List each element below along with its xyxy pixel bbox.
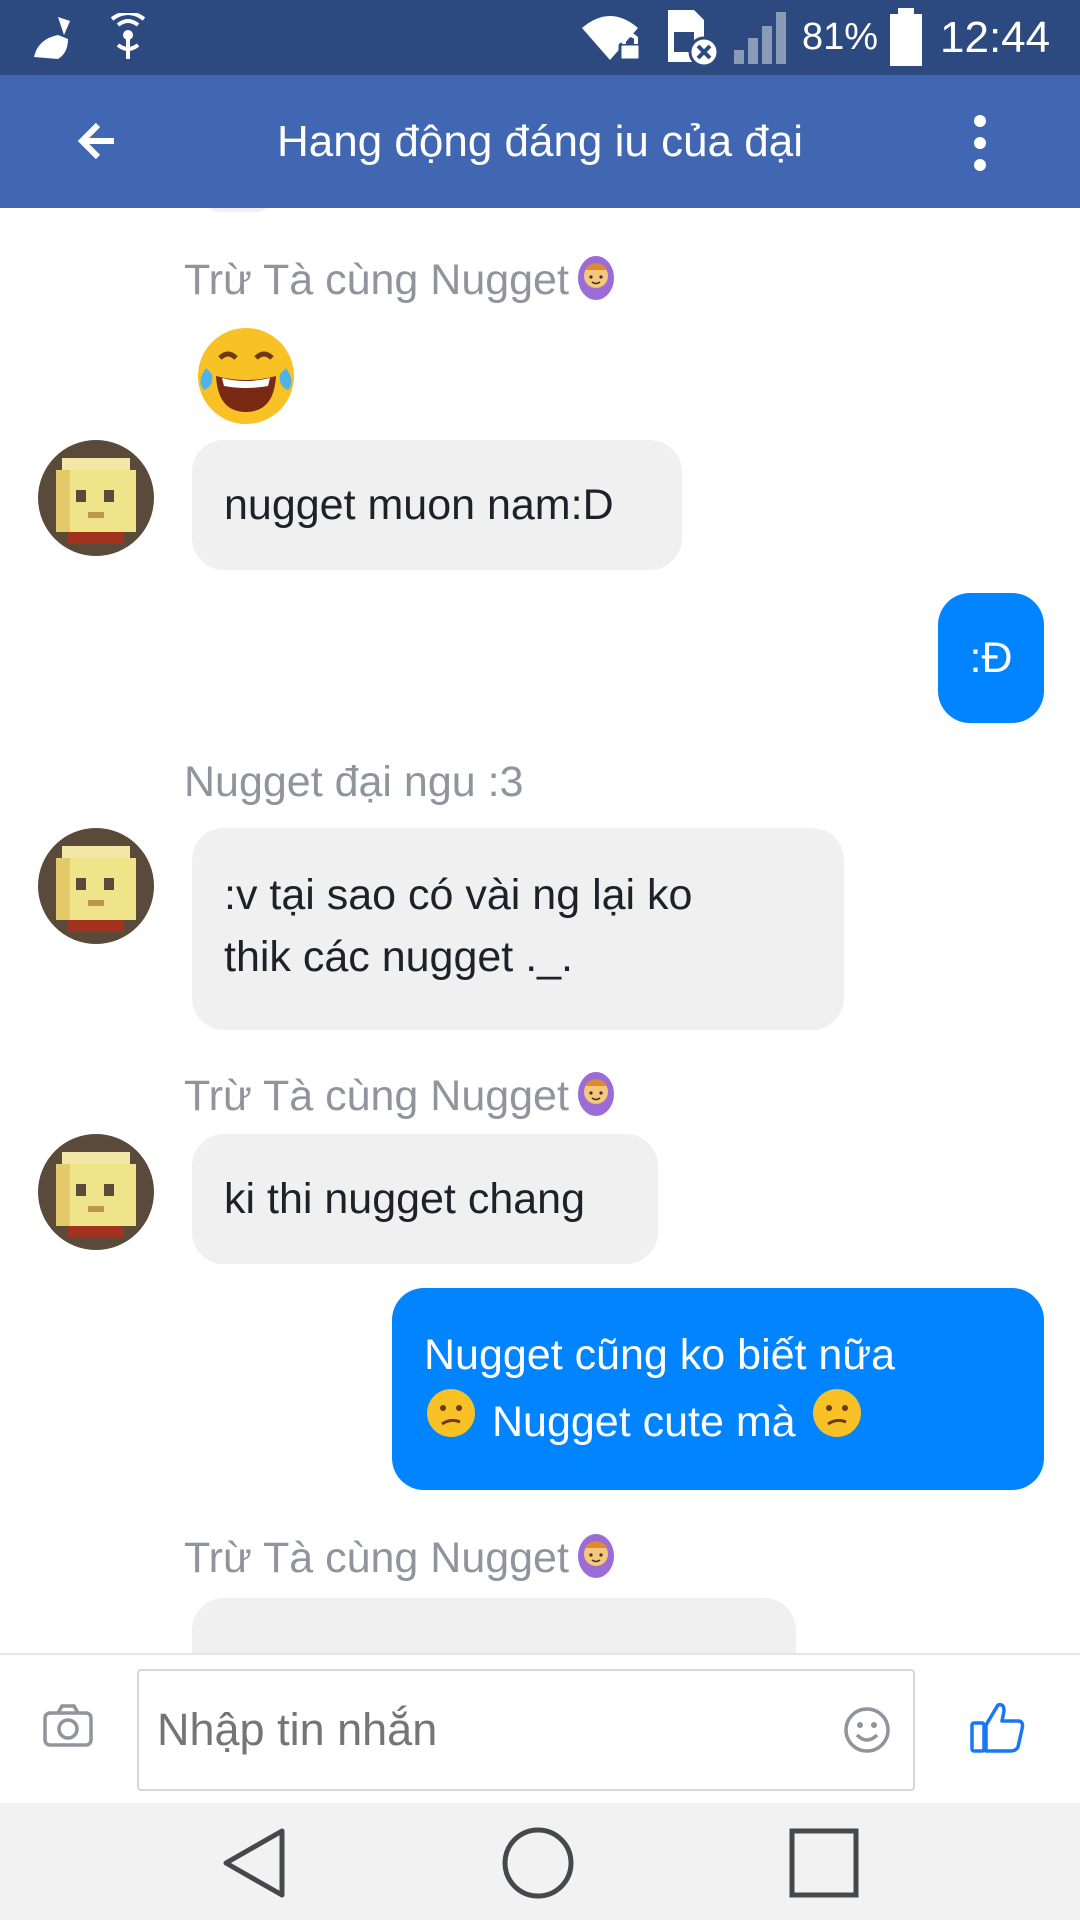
avatar[interactable] [38,1134,154,1250]
sender-name-text: Trừ Tà cùng Nugget [184,256,569,304]
confused-face-emoji-icon [810,1386,864,1457]
sender-name: Trừ Tà cùng Nugget [184,1064,623,1129]
system-navigation-bar [0,1803,1080,1920]
message-list[interactable]: Trừ Tà cùng Nugget nugget muon nam:D:Đ … [0,208,1080,1653]
sender-name-text: Trừ Tà cùng Nugget [184,1072,569,1120]
previous-bubble-fragment [204,208,272,212]
message-bubble-incoming[interactable]: ki thi nugget chang [192,1134,658,1264]
sender-name: Nugget đại ngu :3 [184,758,524,807]
tears-of-joy-emoji-icon [190,320,302,437]
avatar[interactable] [38,440,154,556]
message-text-line: :v tại sao có vài ng lại ko [224,871,693,919]
person-arms-over-head-emoji-icon [569,1526,623,1591]
recent-apps-square-icon[interactable] [788,1827,860,1904]
hotspot-icon [100,0,156,75]
person-arms-over-head-emoji-icon [569,1064,623,1129]
status-bar: 81% 12:44 [0,0,1080,75]
avatar[interactable] [38,828,154,944]
home-circle-icon[interactable] [500,1825,576,1906]
wifi-lock-icon [578,0,648,75]
message-text: Nugget cute mà [492,1397,796,1446]
conversation-title: Hang động đáng iu của đại [277,116,803,166]
message-bubble-incoming[interactable]: nugget muon nam:D [192,440,682,570]
cleaner-broom-icon [28,0,84,75]
sender-name-text: Nugget đại ngu :3 [184,758,524,806]
message-text: ki thi nugget chang [224,1175,585,1223]
message-bubble-outgoing[interactable]: :Đ [938,593,1044,723]
sim-blocked-icon [664,0,724,75]
battery-percent: 81% [802,16,879,58]
confused-face-emoji-icon [424,1386,478,1457]
camera-icon[interactable] [42,1703,94,1754]
battery-icon [888,0,924,75]
sender-name: Trừ Tà cùng Nugget [184,248,623,313]
sender-name-text: Trừ Tà cùng Nugget [184,1534,569,1582]
message-text: nugget muon nam:D [224,481,614,529]
message-composer [0,1653,1080,1803]
clock: 12:44 [940,12,1051,62]
back-triangle-icon[interactable] [218,1825,290,1906]
message-bubble-incoming[interactable]: :v tại sao có vài ng lại ko thik các nug… [192,828,844,1030]
message-bubble-incoming-partial[interactable] [192,1598,796,1653]
person-arms-over-head-emoji-icon [569,248,623,313]
message-text-line: Nugget cute mà [424,1386,1012,1457]
message-text-line: Nugget cũng ko biết nữa [424,1331,896,1379]
emoji-picker-icon[interactable] [842,1705,892,1760]
thumbs-up-like-icon[interactable] [968,1699,1026,1760]
app-bar: Hang động đáng iu của đại [0,75,1080,208]
sender-name: Trừ Tà cùng Nugget [184,1526,623,1591]
back-arrow-icon[interactable] [64,111,124,171]
message-bubble-outgoing[interactable]: Nugget cũng ko biết nữa Nugget cute mà [392,1288,1044,1490]
message-text: :Đ [969,634,1013,682]
signal-icon [732,0,794,75]
more-options-icon[interactable] [960,111,1000,175]
message-text-line: thik các nugget ._. [224,933,573,981]
message-input[interactable] [137,1669,915,1791]
